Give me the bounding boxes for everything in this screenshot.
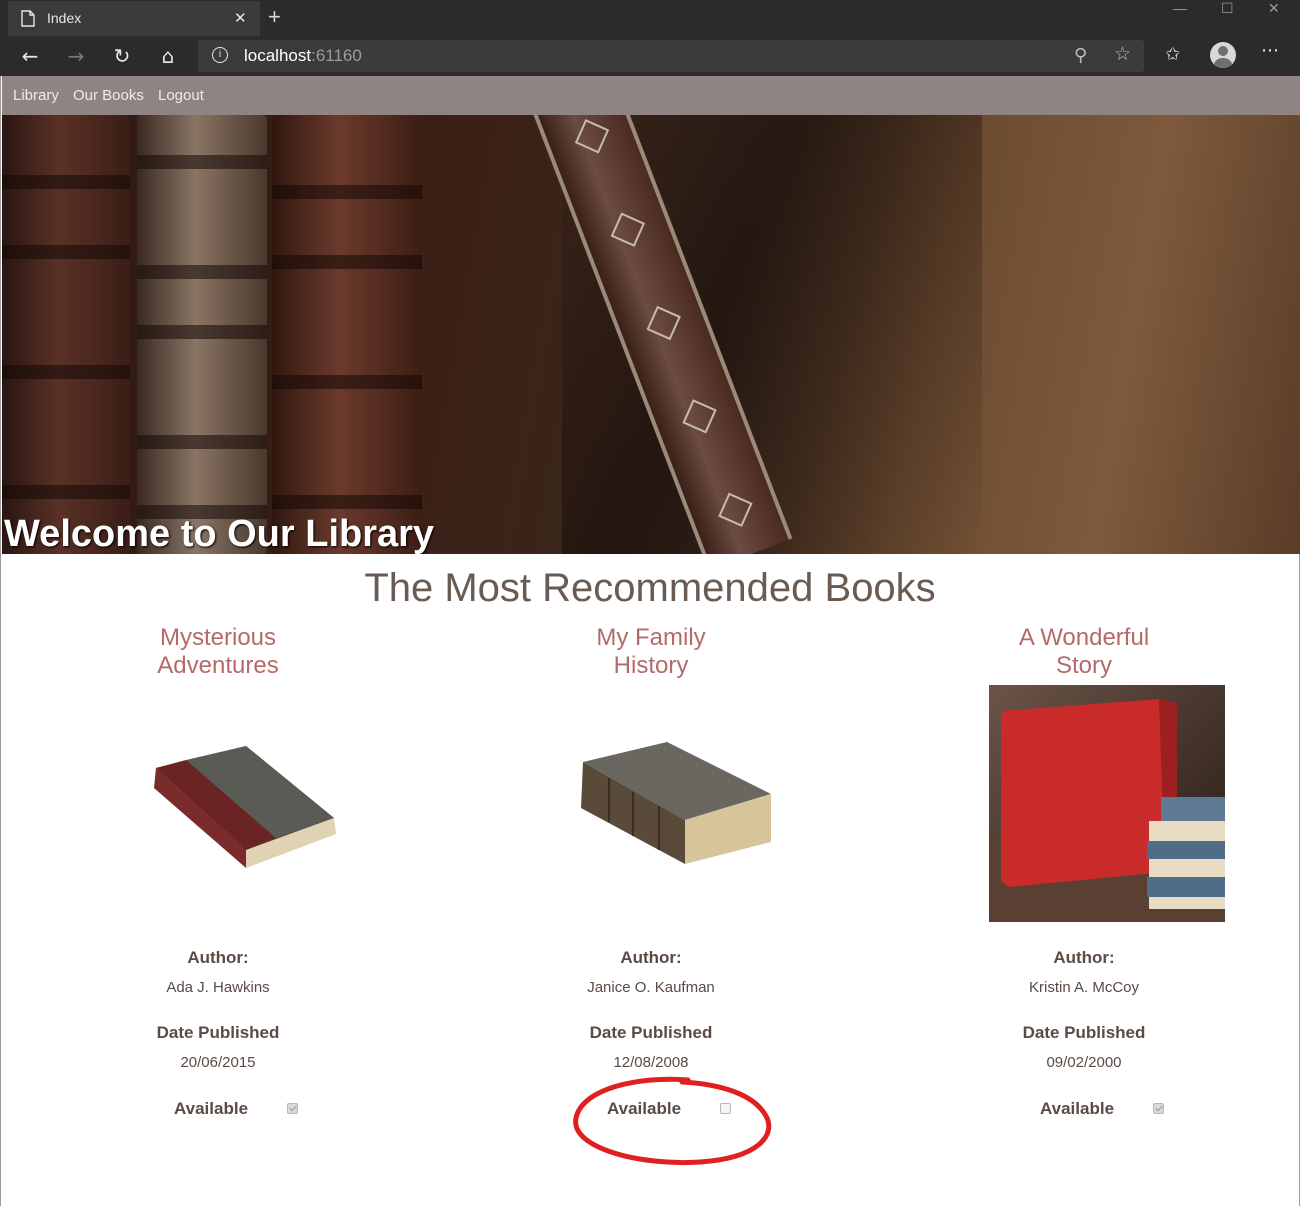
date-published-value: 09/02/2000 — [1046, 1054, 1122, 1071]
browser-tab[interactable]: Index ✕ — [8, 1, 260, 36]
available-checkbox[interactable] — [287, 1103, 298, 1114]
book-card: A Wonderful Story Author: Kristin A. McCo… — [934, 624, 1234, 1118]
minimize-icon[interactable]: — — [1173, 0, 1187, 20]
url-text[interactable]: localhost:61160 — [244, 46, 362, 66]
maximize-icon[interactable]: ☐ — [1221, 0, 1234, 20]
available-label: Available — [174, 1099, 249, 1118]
book-title[interactable]: Mysterious Adventures — [118, 624, 318, 680]
forward-icon[interactable]: → — [64, 44, 88, 68]
book-spine-image — [2, 115, 130, 554]
author-label: Author: — [187, 948, 249, 967]
site-navbar: Library Our Books Logout — [2, 76, 1300, 115]
book-cover-image — [989, 685, 1225, 922]
author-value: Kristin A. McCoy — [1028, 979, 1140, 996]
nav-link-our-books[interactable]: Our Books — [73, 87, 144, 104]
author-value: Ada J. Hawkins — [166, 979, 270, 996]
zoom-icon[interactable]: ⚲ — [1074, 45, 1087, 66]
date-published-value: 20/06/2015 — [180, 1054, 256, 1071]
available-checkbox[interactable] — [1153, 1103, 1164, 1114]
browser-toolbar: ← → ↻ ⌂ i localhost:61160 ⚲ ☆ ✩ ⋯ — [0, 36, 1300, 76]
more-options-icon[interactable]: ⋯ — [1261, 40, 1279, 61]
available-label: Available — [607, 1099, 682, 1118]
browser-tab-bar: Index ✕ + — ☐ ✕ — [0, 0, 1300, 36]
refresh-icon[interactable]: ↻ — [110, 44, 134, 68]
book-title[interactable]: My Family History — [551, 624, 751, 680]
favorites-list-icon[interactable]: ✩ — [1165, 44, 1180, 65]
info-icon[interactable]: i — [212, 47, 228, 63]
hero-banner-image: Welcome to Our Library — [2, 115, 1300, 554]
date-published-label: Date Published — [589, 1023, 713, 1042]
web-page: Library Our Books Logout Welcome to Our … — [0, 76, 1300, 1206]
author-label: Author: — [1053, 948, 1115, 967]
available-row: Available — [934, 1099, 1234, 1123]
page-icon — [21, 10, 35, 30]
book-title[interactable]: A Wonderful Story — [984, 624, 1184, 680]
book-cover-image — [575, 734, 775, 879]
date-published-label: Date Published — [1022, 1023, 1146, 1042]
date-published-value: 12/08/2008 — [613, 1054, 689, 1071]
new-tab-icon[interactable]: + — [268, 4, 281, 30]
book-card: Mysterious Adventures Author: Ada J. Hawk… — [68, 624, 368, 1118]
home-icon[interactable]: ⌂ — [156, 44, 180, 68]
nav-link-library[interactable]: Library — [13, 87, 59, 104]
book-spine-image — [272, 115, 422, 554]
author-label: Author: — [620, 948, 682, 967]
available-label: Available — [1040, 1099, 1115, 1118]
hero-title: Welcome to Our Library — [4, 513, 435, 554]
profile-avatar-icon[interactable] — [1210, 42, 1236, 68]
author-value: Janice O. Kaufman — [587, 979, 715, 996]
available-row: Available — [68, 1099, 368, 1123]
favorite-star-icon[interactable]: ☆ — [1114, 43, 1131, 65]
date-published-label: Date Published — [156, 1023, 280, 1042]
nav-link-logout[interactable]: Logout — [158, 87, 204, 104]
section-title: The Most Recommended Books — [364, 566, 936, 610]
back-icon[interactable]: ← — [18, 44, 42, 68]
close-tab-icon[interactable]: ✕ — [234, 9, 247, 27]
available-checkbox[interactable] — [720, 1103, 731, 1114]
available-row: Available — [501, 1099, 801, 1123]
book-card: My Family History Author: Janice O. Kaufm… — [501, 624, 801, 1118]
book-spine-image — [137, 115, 267, 554]
address-bar[interactable]: i localhost:61160 ⚲ ☆ — [198, 40, 1144, 72]
close-window-icon[interactable]: ✕ — [1268, 0, 1280, 20]
tab-title: Index — [47, 10, 82, 26]
book-cover-image — [146, 738, 346, 883]
